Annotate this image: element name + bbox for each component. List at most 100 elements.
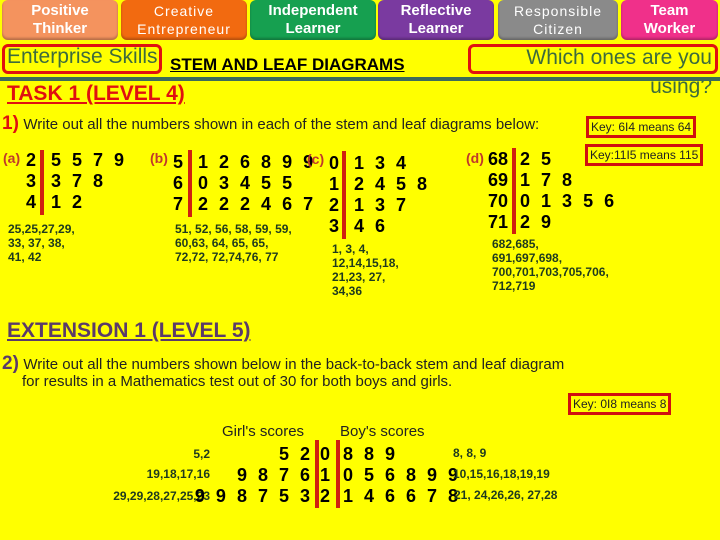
answer-c: 1, 3, 4, 12,14,15,18, 21,23, 27, 34,36 [332, 242, 399, 298]
skill-line1: Independent [268, 2, 358, 19]
skill-line2: Worker [643, 20, 696, 37]
stem: 71 [488, 212, 509, 232]
skill-line1: Responsible [513, 3, 603, 19]
which-ones-label: Which ones are you using? [526, 43, 712, 101]
leaves: 0 1 3 5 6 [520, 191, 618, 211]
diagram-label-d: (d) [466, 150, 484, 166]
skill-line2: Learner [408, 20, 464, 37]
question-number: 1) [2, 113, 19, 134]
leaves: 5 5 7 9 [51, 150, 128, 170]
answer-b: 51, 52, 56, 58, 59, 59, 60,63, 64, 65, 6… [175, 222, 292, 264]
answer-line: 700,701,703,705,706, [492, 265, 609, 279]
skill-line1: Positive [31, 2, 89, 19]
stem-leaf-row: 70 0 1 3 5 6 [488, 191, 617, 212]
answer-a: 25,25,27,29, 33, 37, 38, 41, 42 [8, 222, 75, 264]
stem-leaf-row: 51 2 6 8 9 9 [173, 152, 316, 173]
stem-leaf-row: 72 2 2 4 6 7 [173, 194, 316, 215]
stem-leaf-b: 51 2 6 8 9 9 60 3 4 5 5 72 2 2 4 6 7 [173, 152, 316, 215]
page-title: STEM AND LEAF DIAGRAMS [170, 55, 405, 74]
task1-heading: TASK 1 (LEVEL 4) [7, 82, 185, 105]
answer-line: 34,36 [332, 284, 363, 298]
stem: 0 [320, 444, 334, 464]
question-text-line2: for results in a Mathematics test out of… [22, 373, 453, 390]
leaves: 2 2 2 4 6 7 [198, 194, 317, 214]
leaves: 2 9 [520, 212, 555, 232]
boys-stem-divider [336, 440, 340, 508]
skill-responsible-citizen[interactable]: Responsible Citizen [498, 0, 618, 40]
key-box-1: Key: 6I4 means 64 [586, 116, 697, 138]
skill-team-worker[interactable]: Team Worker [621, 0, 718, 40]
leaves: 2 5 [520, 149, 555, 169]
answer-line: 712,719 [492, 279, 536, 293]
answer-line: 72,72, 72,74,76, 77 [175, 250, 279, 264]
skill-line2: Entrepreneur [137, 21, 231, 37]
stem: 69 [488, 170, 509, 190]
question-text-line1: Write out all the numbers shown below in… [23, 356, 565, 373]
question-2: 2) Write out all the numbers shown below… [2, 353, 564, 375]
diagram-label-a: (a) [3, 150, 21, 166]
leaves: 1 3 4 [354, 153, 410, 173]
skill-positive-thinker[interactable]: Positive Thinker [2, 0, 118, 40]
boys-leaves: 1 4 6 6 7 8 [343, 486, 462, 506]
leaves: 0 3 4 5 5 [198, 173, 296, 193]
enterprise-skills-label: Enterprise Skills [7, 45, 158, 68]
skill-line1: Creative [153, 3, 215, 19]
skill-line2: Thinker [32, 20, 88, 37]
key-box-3: Key: 0I8 means 8 [568, 393, 672, 415]
boys-leaves: 8 8 9 [343, 444, 399, 464]
leaves: 4 6 [354, 216, 389, 236]
answer-line: 12,14,15,18, [332, 256, 399, 270]
stem-leaf-row: 68 2 5 [488, 149, 617, 170]
stem-leaf-row: 71 2 9 [488, 212, 617, 233]
question-number: 2) [2, 353, 19, 374]
header-divider [0, 77, 720, 81]
stem-divider-a [40, 150, 44, 215]
boys-leaves: 0 5 6 8 9 9 [343, 465, 462, 485]
boys-scores-header: Boy's scores [340, 423, 425, 440]
stem-leaf-row: 69 1 7 8 [488, 170, 617, 191]
boys-answer: 8, 8, 9 [453, 446, 487, 460]
stem: 70 [488, 191, 509, 211]
skill-reflective-learner[interactable]: Reflective Learner [378, 0, 494, 40]
skill-line1: Team [650, 2, 689, 19]
answer-d: 682,685, 691,697,698, 700,701,703,705,70… [492, 237, 609, 293]
stem: 1 [320, 465, 334, 485]
girls-leaves: 9 9 8 7 5 3 [194, 486, 313, 506]
answer-line: 21,23, 27, [332, 270, 386, 284]
question-text: Write out all the numbers shown in each … [23, 116, 540, 133]
girls-answer: 19,18,17,16 [146, 467, 210, 481]
extension-heading: EXTENSION 1 (LEVEL 5) [7, 319, 251, 342]
answer-line: 41, 42 [8, 250, 42, 264]
boys-answer: 10,15,16,18,19,19 [453, 467, 550, 481]
leaves: 1 2 [51, 192, 86, 212]
skill-line2: Citizen [533, 21, 583, 37]
skill-creative-entrepreneur[interactable]: Creative Entrepreneur [121, 0, 247, 40]
girls-stem-divider [315, 440, 319, 508]
answer-line: 33, 37, 38, [8, 236, 65, 250]
answer-line: 60,63, 64, 65, 65, [175, 236, 269, 250]
skill-line1: Reflective [400, 2, 472, 19]
girls-answer: 5,2 [193, 447, 210, 461]
answer-line: 25,25,27,29, [8, 222, 75, 236]
leaves: 3 7 8 [51, 171, 107, 191]
diagram-label-b: (b) [150, 150, 168, 166]
stem-divider-c [342, 151, 346, 239]
girls-scores-header: Girl's scores [222, 423, 305, 440]
stem-leaf-row: 60 3 4 5 5 [173, 173, 316, 194]
diagram-label-c: (c) [307, 151, 325, 167]
stem-divider-b [188, 150, 192, 217]
question-1: 1) Write out all the numbers shown in ea… [2, 113, 539, 135]
boys-answer: 21, 24,26,26, 27,28 [454, 488, 558, 502]
leaves: 1 7 8 [520, 170, 576, 190]
leaves: 2 4 5 8 [354, 174, 431, 194]
answer-line: 51, 52, 56, 58, 59, 59, [175, 222, 292, 236]
which-line1: Which ones are you [526, 46, 712, 69]
stem: 2 [320, 486, 334, 506]
answer-line: 1, 3, 4, [332, 242, 369, 256]
girls-leaves: 9 8 7 6 [236, 465, 313, 485]
leaves: 1 3 7 [354, 195, 410, 215]
stem: 68 [488, 149, 509, 169]
skill-independent-learner[interactable]: Independent Learner [250, 0, 376, 40]
leaves: 1 2 6 8 9 9 [198, 152, 317, 172]
stem-divider-d [512, 148, 516, 234]
